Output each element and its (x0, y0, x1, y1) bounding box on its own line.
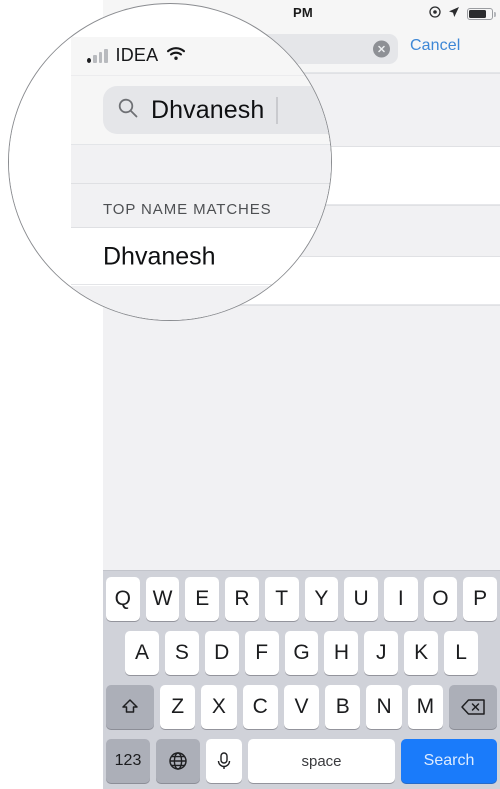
loupe-magnified-content: IDEA Dhvanesh TOP NAME MATCHES Dhvanesh (71, 37, 331, 320)
cancel-button[interactable]: Cancel (410, 37, 460, 55)
key-i[interactable]: I (383, 577, 418, 621)
keyboard-row-2: A S D F G H J K L (103, 631, 500, 675)
keyboard-row-1: Q W E R T Y U I O P (103, 577, 500, 621)
battery-icon (467, 8, 496, 20)
key-e[interactable]: E (185, 577, 220, 621)
search-key[interactable]: Search (401, 739, 497, 783)
status-bar-time: PM (293, 5, 313, 20)
key-f[interactable]: F (244, 631, 279, 675)
key-b[interactable]: B (325, 685, 361, 729)
loupe-secondary-row (71, 286, 331, 320)
key-n[interactable]: N (366, 685, 402, 729)
key-h[interactable]: H (324, 631, 359, 675)
keyboard-row-4: 123 space Search (103, 739, 500, 783)
clear-icon[interactable] (373, 40, 390, 58)
magnifier-loupe: IDEA Dhvanesh TOP NAME MATCHES Dhvanesh (8, 3, 332, 321)
key-t[interactable]: T (264, 577, 299, 621)
space-key[interactable]: space (248, 739, 395, 783)
key-p[interactable]: P (463, 577, 498, 621)
key-d[interactable]: D (204, 631, 239, 675)
key-z[interactable]: Z (160, 685, 196, 729)
key-r[interactable]: R (225, 577, 259, 621)
key-j[interactable]: J (364, 631, 399, 675)
shift-arrow-icon[interactable] (106, 685, 154, 729)
keyboard-row-3: Z X C V B N M (103, 685, 500, 729)
alarm-clock-icon (429, 5, 441, 23)
loupe-gap (71, 145, 331, 183)
key-v[interactable]: V (283, 685, 320, 729)
text-caret (276, 96, 279, 124)
loupe-carrier-group: IDEA (87, 45, 186, 66)
magnifier-icon (117, 97, 139, 124)
key-w[interactable]: W (145, 577, 180, 621)
key-k[interactable]: K (404, 631, 439, 675)
loupe-section-header: TOP NAME MATCHES (71, 183, 331, 228)
key-q[interactable]: Q (106, 577, 140, 621)
loupe-left-margin (9, 4, 71, 320)
key-l[interactable]: L (444, 631, 479, 675)
key-g[interactable]: G (284, 631, 319, 675)
location-arrow-icon (448, 5, 460, 23)
key-a[interactable]: A (125, 631, 159, 675)
status-bar-indicators (429, 5, 496, 23)
key-o[interactable]: O (423, 577, 458, 621)
loupe-top-match-row[interactable]: Dhvanesh (71, 229, 331, 285)
globe-icon[interactable] (156, 739, 200, 783)
loupe-section-header-label: TOP NAME MATCHES (103, 201, 272, 218)
key-x[interactable]: X (201, 685, 237, 729)
loupe-status-bar: IDEA (71, 37, 331, 76)
loupe-top-match-label: Dhvanesh (103, 242, 216, 270)
loupe-search-value: Dhvanesh (151, 95, 265, 124)
key-m[interactable]: M (407, 685, 443, 729)
key-c[interactable]: C (242, 685, 278, 729)
results-empty-area (103, 305, 500, 571)
wifi-icon (166, 46, 186, 66)
carrier-label: IDEA (115, 45, 159, 65)
backspace-icon[interactable] (448, 685, 497, 729)
loupe-search-input[interactable]: Dhvanesh (103, 86, 331, 134)
key-y[interactable]: Y (304, 577, 339, 621)
cellular-signal-icon (87, 48, 108, 63)
key-u[interactable]: U (344, 577, 378, 621)
numbers-key[interactable]: 123 (106, 739, 150, 783)
on-screen-keyboard: Q W E R T Y U I O P A S D F G H J K L Z … (103, 570, 500, 789)
key-s[interactable]: S (164, 631, 199, 675)
microphone-icon[interactable] (206, 739, 242, 783)
loupe-search-bar: Dhvanesh (71, 76, 331, 145)
